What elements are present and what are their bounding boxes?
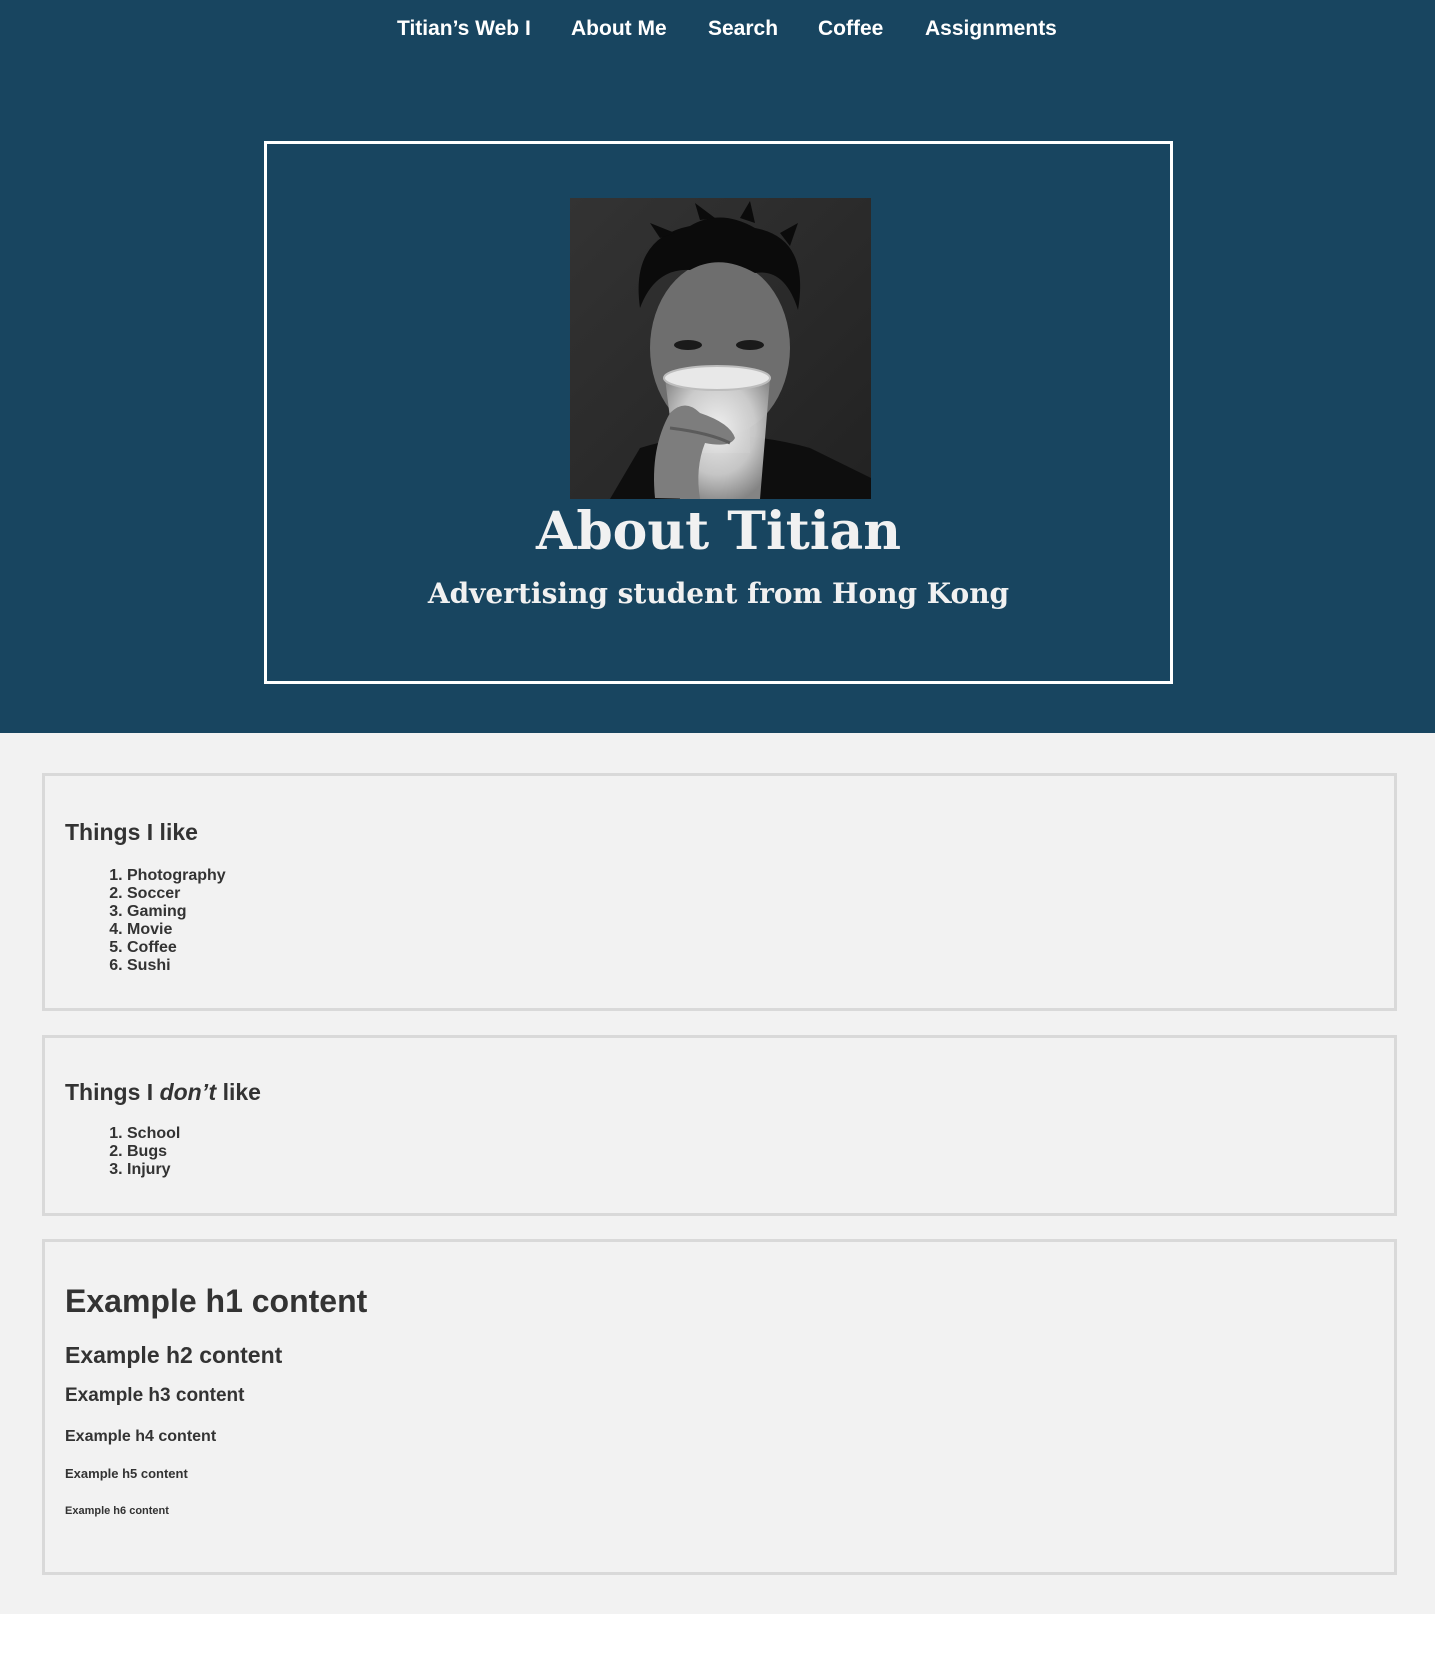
dislikes-heading: Things I don’t like — [65, 1078, 261, 1106]
likes-heading: Things I like — [65, 819, 198, 845]
likes-item: Sushi — [127, 957, 226, 975]
profile-photo-illustration — [570, 198, 871, 499]
dislikes-card: Things I don’t like School Bugs Injury — [42, 1035, 1397, 1216]
example-h4: Example h4 content — [65, 1428, 217, 1445]
dislikes-heading-emphasis: don’t — [159, 1079, 217, 1105]
nav-link-coffee[interactable]: Coffee — [818, 17, 883, 41]
hero-frame: About Titian Advertising student from Ho… — [264, 141, 1173, 684]
likes-card: Things I like Photography Soccer Gaming … — [42, 773, 1397, 1011]
likes-item: Coffee — [127, 939, 226, 957]
dislikes-item: Injury — [127, 1161, 180, 1179]
likes-item: Movie — [127, 921, 226, 939]
dislikes-item: Bugs — [127, 1143, 180, 1161]
dislikes-heading-end: like — [216, 1079, 261, 1105]
dislikes-item: School — [127, 1125, 180, 1143]
likes-list: Photography Soccer Gaming Movie Coffee S… — [107, 867, 226, 975]
example-h2: Example h2 content — [65, 1342, 283, 1368]
example-h5: Example h5 content — [65, 1466, 188, 1481]
page-title: About Titian — [535, 501, 902, 562]
example-h6: Example h6 content — [65, 1505, 169, 1517]
content-area: Things I like Photography Soccer Gaming … — [0, 733, 1435, 1614]
profile-photo — [570, 198, 871, 499]
nav-link-search[interactable]: Search — [708, 17, 778, 41]
likes-item: Photography — [127, 867, 226, 885]
dislikes-heading-start: Things I — [65, 1079, 160, 1105]
example-h3: Example h3 content — [65, 1385, 245, 1406]
likes-item: Gaming — [127, 903, 226, 921]
dislikes-list: School Bugs Injury — [107, 1125, 180, 1179]
page-subtitle: Advertising student from Hong Kong — [427, 577, 1010, 610]
likes-item: Soccer — [127, 885, 226, 903]
nav-link-about-me[interactable]: About Me — [571, 17, 667, 41]
nav-link-home[interactable]: Titian’s Web I — [397, 17, 531, 41]
nav-link-assignments[interactable]: Assignments — [925, 17, 1057, 41]
top-navigation: Titian’s Web I About Me Search Coffee As… — [0, 17, 1435, 47]
hero-section: Titian’s Web I About Me Search Coffee As… — [0, 0, 1435, 733]
example-h1: Example h1 content — [65, 1283, 368, 1319]
heading-examples-card: Example h1 content Example h2 content Ex… — [42, 1239, 1397, 1575]
